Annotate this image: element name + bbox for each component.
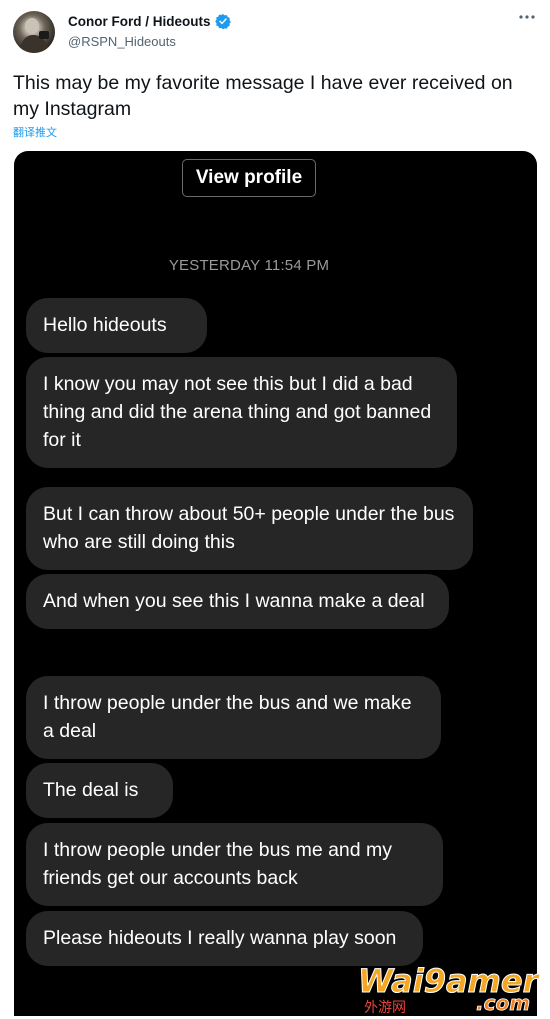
verified-badge-icon [214, 13, 231, 30]
user-block: Conor Ford / Hideouts @RSPN_Hideouts [68, 13, 231, 49]
view-profile-button[interactable]: View profile [182, 159, 316, 197]
message-timestamp: YESTERDAY 11:54 PM [168, 257, 330, 274]
svg-text:外游网: 外游网 [364, 1000, 406, 1014]
avatar-photo [19, 18, 49, 53]
svg-text:.com: .com [476, 991, 530, 1014]
message-bubble: I know you may not see this but I did a … [26, 357, 457, 468]
tweet-text: This may be my favorite message I have e… [13, 72, 513, 120]
tweet-media-screenshot[interactable]: View profile YESTERDAY 11:54 PM Hello hi… [14, 151, 537, 1016]
display-name[interactable]: Conor Ford / Hideouts [68, 14, 211, 29]
avatar[interactable] [13, 11, 55, 53]
site-watermark-logo: Wai9amer .com 外游网 [354, 958, 544, 1017]
tweet-header: Conor Ford / Hideouts @RSPN_Hideouts [0, 0, 550, 62]
message-bubble: And when you see this I wanna make a dea… [26, 574, 449, 629]
message-bubble: Hello hideouts [26, 298, 207, 353]
message-bubble: I throw people under the bus me and my f… [26, 823, 443, 906]
message-bubble: The deal is [26, 763, 173, 818]
message-bubble: But I can throw about 50+ people under t… [26, 487, 473, 570]
message-bubble: I throw people under the bus and we make… [26, 676, 441, 759]
handle[interactable]: @RSPN_Hideouts [68, 34, 231, 49]
display-name-row: Conor Ford / Hideouts [68, 13, 231, 30]
translate-tweet-link[interactable]: 翻译推文 [13, 124, 57, 140]
more-horizontal-icon[interactable] [518, 8, 536, 31]
